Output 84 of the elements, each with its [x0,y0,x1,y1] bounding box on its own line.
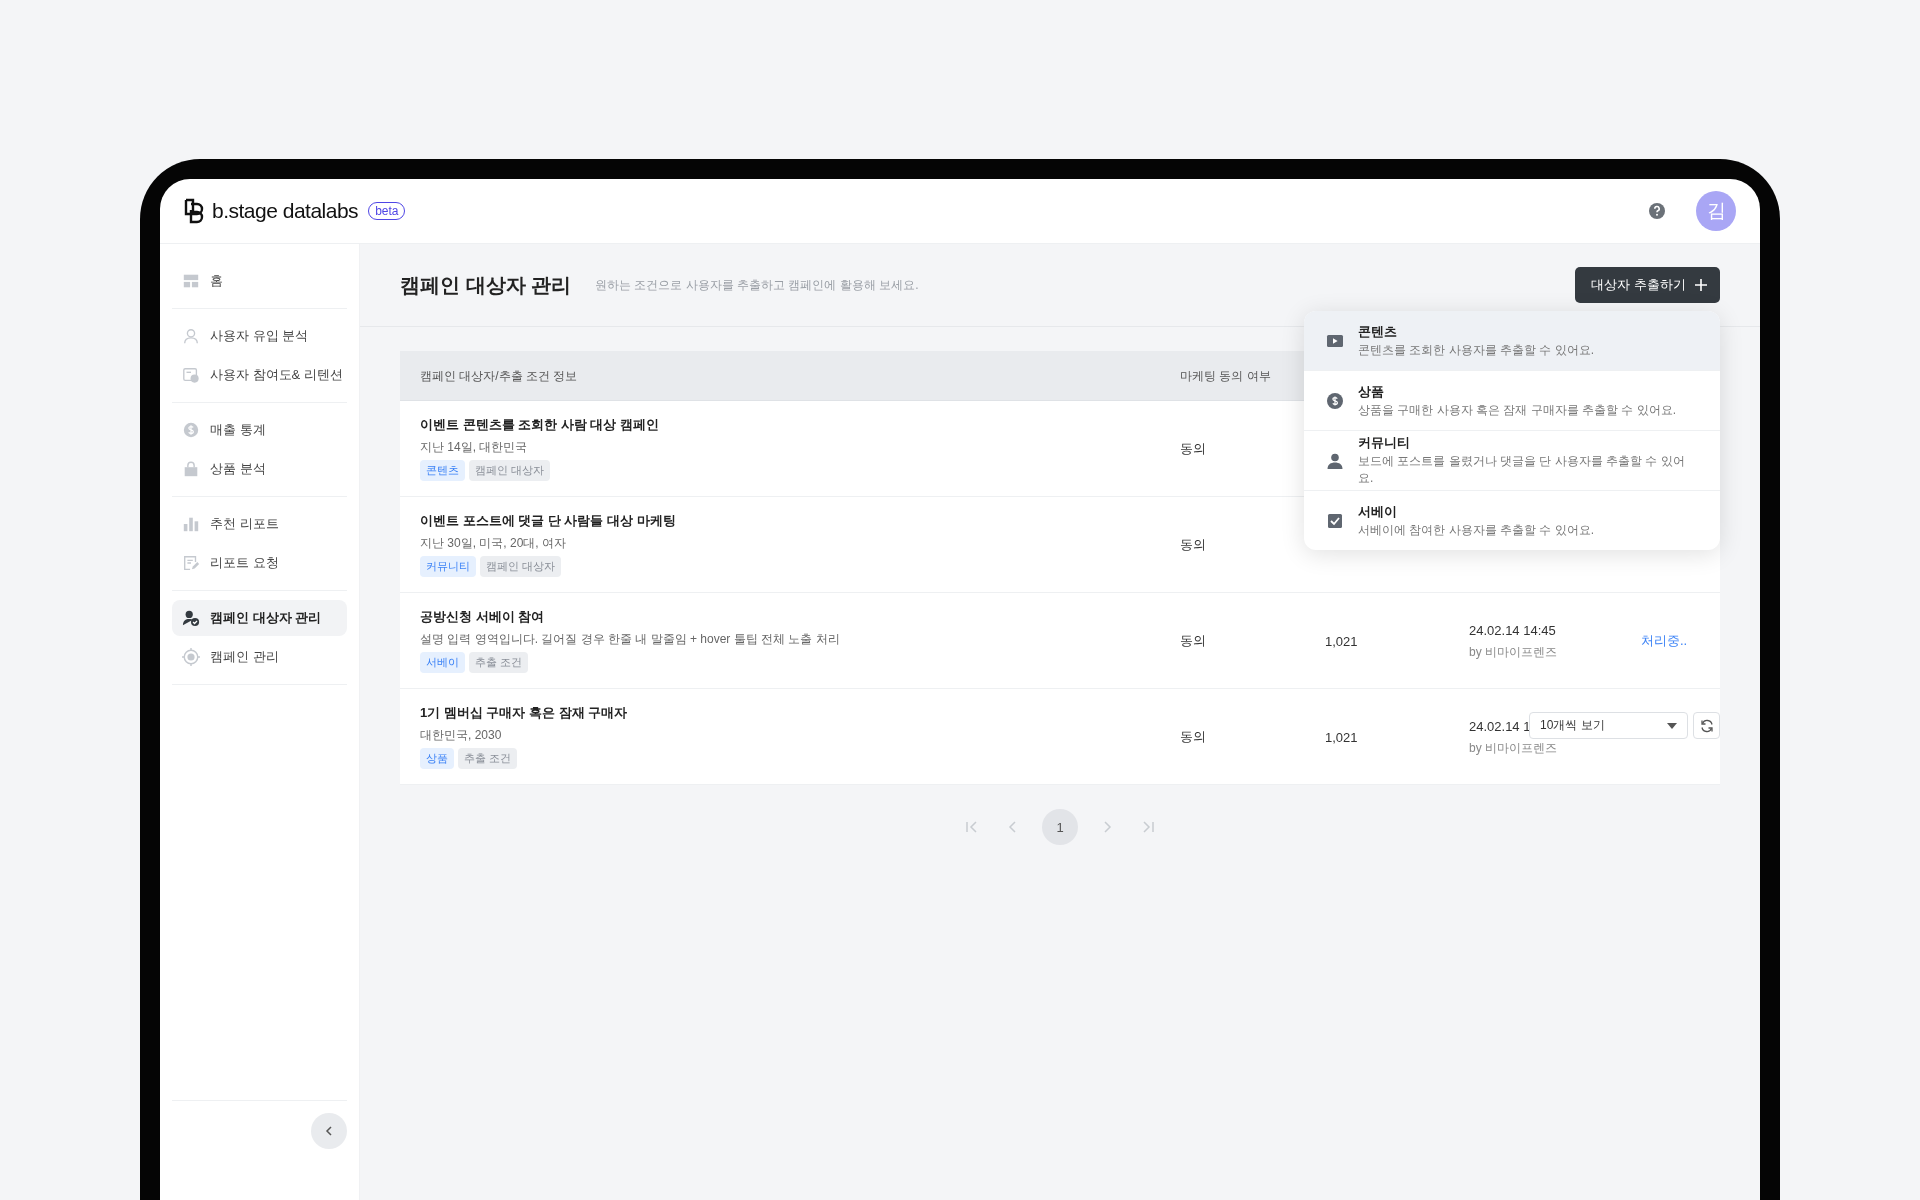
sidebar-item[interactable]: 상품 분석 [172,451,347,487]
sidebar-item[interactable]: 캠페인 대상자 관리 [172,600,347,636]
menu-item-description: 보드에 포스트를 올렸거나 댓글을 단 사용자를 추출할 수 있어요. [1358,453,1686,487]
consent-cell: 동의 [1180,441,1206,456]
author-text: by 비마이프렌즈 [1469,739,1558,757]
page-button[interactable]: 1 [1042,809,1078,845]
tag: 추출 조건 [458,748,518,769]
sidebar-label: 사용자 참여도& 리텐션 [210,366,343,384]
column-header: 마케팅 동의 여부 [1180,369,1271,383]
sidebar-label: 사용자 유입 분석 [210,327,309,345]
dollar-icon [1326,391,1344,410]
tag: 서베이 [420,652,465,673]
collapse-button[interactable] [311,1113,347,1149]
dollar-icon [182,421,200,439]
plus-icon [1694,278,1708,292]
screen-person-icon [182,366,200,384]
page-size-select[interactable]: 10개씩 보기 [1529,712,1688,739]
grid-icon [182,272,200,290]
tag: 상품 [420,748,454,769]
menu-item-title: 상품 [1358,382,1385,401]
count-cell: 1,021 [1325,633,1358,649]
menu-item-description: 콘텐츠를 조회한 사용자를 추출할 수 있어요. [1358,341,1594,359]
campaign-detail: 설명 입력 영역입니다. 길어질 경우 한줄 내 말줄임 + hover 툴팁 전체 노출 처리 [420,631,841,648]
bag-icon [182,460,200,478]
menu-item-title: 커뮤니티 [1358,434,1411,452]
campaign-title: 1기 멤버십 구매자 혹은 잠재 구매자 [420,704,629,722]
status-text: 처리중.. [1641,633,1688,648]
column-header: 캠페인 대상자/추출 조건 정보 [420,369,578,383]
menu-item-description: 상품을 구매한 사용자 혹은 잠재 구매자를 추출할 수 있어요. [1358,401,1676,419]
refresh-icon [1699,718,1714,733]
chevron-left-icon [323,1125,335,1137]
sidebar-label: 리포트 요청 [210,554,279,572]
tag: 콘텐츠 [420,460,465,481]
sidebar-label: 홈 [210,272,223,290]
consent-cell: 동의 [1180,633,1206,648]
menu-item-title: 서베이 [1358,502,1398,521]
sidebar-item[interactable]: 추천 리포트 [172,506,347,542]
campaign-title: 이벤트 포스트에 댓글 단 사람들 대상 마케팅 [420,512,677,530]
menu-item-description: 서베이에 참여한 사용자를 추출할 수 있어요. [1358,521,1594,539]
logo-icon [184,198,204,224]
refresh-button[interactable] [1693,712,1720,739]
created-date: 24.02.14 14:45 [1469,622,1556,638]
sidebar-item[interactable]: 홈 [172,263,347,299]
bar-chart-icon [182,515,200,533]
caret-icon [1667,722,1677,729]
campaign-title: 이벤트 콘텐츠를 조회한 사람 대상 캠페인 [420,416,661,434]
tag: 추출 조건 [469,652,529,673]
edit-icon [182,554,200,572]
tag: 캠페인 대상자 [469,460,551,481]
target-icon [182,648,200,666]
sidebar-label: 상품 분석 [210,460,266,478]
menu-item[interactable]: 서베이 서베이에 참여한 사용자를 추출할 수 있어요. [1304,491,1720,550]
tag: 커뮤니티 [420,556,476,577]
sidebar-item[interactable]: 리포트 요청 [172,545,347,581]
person-icon [1326,451,1344,470]
page-subtitle: 원하는 조건으로 사용자를 추출하고 캠페인에 활용해 보세요. [595,276,919,294]
sidebar-label: 매출 통계 [210,421,266,439]
menu-item-title: 콘텐츠 [1358,322,1398,341]
menu-item[interactable]: 커뮤니티 보드에 포스트를 올렸거나 댓글을 단 사용자를 추출할 수 있어요. [1304,431,1720,491]
help-icon[interactable] [1648,202,1666,220]
consent-cell: 동의 [1180,537,1206,552]
menu-item[interactable]: 상품 상품을 구매한 사용자 혹은 잠재 구매자를 추출할 수 있어요. [1304,371,1720,431]
sidebar-label: 캠페인 대상자 관리 [210,609,322,627]
campaign-title: 공방신청 서베이 참여 [420,608,546,626]
sidebar-item[interactable]: 사용자 참여도& 리텐션 [172,357,347,393]
page-title: 캠페인 대상자 관리 [400,272,572,298]
count-cell: 1,021 [1325,729,1358,745]
sidebar-item[interactable]: 사용자 유입 분석 [172,318,347,354]
brand-name: b.stage datalabs [212,199,359,223]
checkbox-icon [1326,511,1344,530]
sidebar-label: 추천 리포트 [210,515,279,533]
person-icon [182,327,200,345]
campaign-detail: 지난 14일, 대한민국 [420,439,529,456]
menu-item[interactable]: 콘텐츠 콘텐츠를 조회한 사용자를 추출할 수 있어요. [1304,311,1720,371]
consent-cell: 동의 [1180,729,1206,744]
sidebar-item[interactable]: 매출 통계 [172,412,347,448]
sidebar-label: 캠페인 관리 [210,648,279,666]
tag: 캠페인 대상자 [480,556,562,577]
sidebar-item[interactable]: 캠페인 관리 [172,639,347,675]
campaign-detail: 대한민국, 2030 [420,727,503,744]
extract-button[interactable]: 대상자 추출하기 [1575,267,1720,303]
campaign-detail: 지난 30일, 미국, 20대, 여자 [420,535,568,552]
person-check-icon [182,609,200,627]
author-text: by 비마이프렌즈 [1469,643,1558,661]
